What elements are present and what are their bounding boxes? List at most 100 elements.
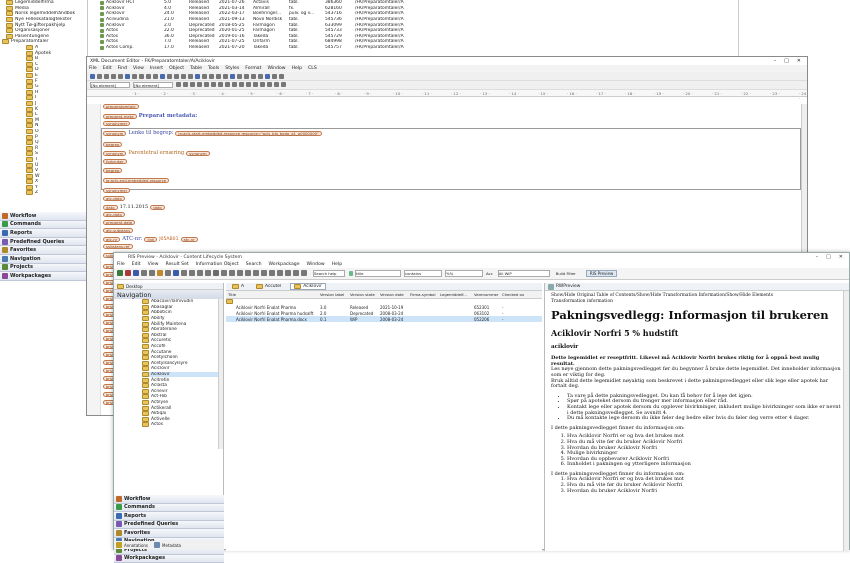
toolbar-button-icon[interactable] [205, 270, 211, 276]
format-button-icon[interactable] [218, 82, 223, 87]
element-select[interactable]: [No element] [133, 82, 173, 88]
nav-section[interactable]: Workpackages [114, 555, 224, 563]
format-button-icon[interactable] [197, 82, 202, 87]
result-tab[interactable]: A [229, 284, 247, 289]
column-header[interactable]: Varenummer [472, 292, 500, 297]
toolbar-button-icon[interactable] [237, 74, 242, 79]
minimize-icon[interactable]: – [774, 58, 777, 64]
editor-menu-item[interactable]: Styles [225, 66, 239, 71]
left-nav-section[interactable]: Workflow [0, 212, 88, 221]
toolbar-button-icon[interactable] [160, 74, 165, 79]
configurator-menu-item[interactable]: Search [246, 262, 262, 267]
tag-synonym-end[interactable]: synonym [186, 151, 209, 156]
top-table-row[interactable]: Actos Comp.17.0Released2021-07-20Takedat… [88, 45, 738, 51]
bottom-tab[interactable]: Metadata [162, 543, 181, 548]
left-tree-letter-folder[interactable]: Z [0, 190, 87, 196]
toolbar-button-icon[interactable] [173, 270, 179, 276]
toolbar-button-icon[interactable] [132, 74, 137, 79]
nav-scrollbar[interactable] [218, 299, 223, 449]
result-tab[interactable]: Aciklovir [290, 283, 326, 290]
toolbar-button-icon[interactable] [157, 270, 163, 276]
table-row[interactable]: Aciklovir Norfri Enalat Pharma.docx0.1Wi… [226, 316, 542, 322]
toolbar-button-icon[interactable] [277, 270, 283, 276]
editor-menu-item[interactable]: CLS [308, 66, 317, 71]
tag-forbruker[interactable]: forbruker [103, 159, 127, 164]
preview-info-line[interactable]: Transformation information [551, 299, 843, 305]
toolbar-button-icon[interactable] [251, 74, 256, 79]
bottom-tab[interactable]: Annotations [124, 543, 148, 548]
filter-value-input[interactable]: %% [445, 270, 483, 277]
toolbar-button-icon[interactable] [216, 74, 221, 79]
build-filter-button[interactable]: Build Filter [556, 271, 576, 276]
configurator-menu-item[interactable]: Help [332, 262, 342, 267]
tag-atc-nr[interactable]: atc-nr [103, 237, 120, 242]
filter-acc-check[interactable]: Acc [486, 271, 493, 276]
column-header[interactable]: Version date [378, 292, 408, 297]
editor-menu-item[interactable]: Insert [150, 66, 163, 71]
configurator-menu-item[interactable]: Window [307, 262, 325, 267]
tag-atc-dato-end[interactable]: atc-dato [103, 212, 125, 217]
editor-menu-item[interactable]: Edit [103, 66, 112, 71]
configurator-menu-item[interactable]: View [148, 262, 159, 267]
toolbar-button-icon[interactable] [141, 270, 147, 276]
close-icon[interactable]: ✕ [797, 58, 801, 64]
toolbar-button-icon[interactable] [149, 270, 155, 276]
format-button-icon[interactable] [246, 82, 251, 87]
toolbar-button-icon[interactable] [253, 270, 259, 276]
editor-menu-item[interactable]: Tools [208, 66, 219, 71]
toolbar-button-icon[interactable] [237, 270, 243, 276]
tag-preparat-meta[interactable]: preparat-meta [103, 114, 137, 119]
format-button-icon[interactable] [267, 82, 272, 87]
toolbar-button-icon[interactable] [125, 74, 130, 79]
toolbar-button-icon[interactable] [223, 74, 228, 79]
nav-section[interactable]: Favorites [114, 529, 224, 538]
search-help-field[interactable]: Search help [313, 270, 345, 277]
toolbar-button-icon[interactable] [181, 270, 187, 276]
tag-synonymer[interactable]: synonymer [103, 121, 130, 126]
toolbar-button-icon[interactable] [301, 270, 307, 276]
tag-atc-substans[interactable]: atc-substans [103, 228, 133, 233]
nav-section[interactable]: Reports [114, 512, 224, 521]
editor-menu-item[interactable]: Help [292, 66, 302, 71]
left-nav-section[interactable]: Predefined Queries [0, 238, 88, 247]
toolbar-button-icon[interactable] [181, 74, 186, 79]
toolbar-button-icon[interactable] [139, 74, 144, 79]
toolbar-button-icon[interactable] [213, 270, 219, 276]
nav-section[interactable]: Commands [114, 504, 224, 513]
left-nav-section[interactable]: Workpackages [0, 272, 88, 281]
folder-tree-item[interactable]: Actos [142, 422, 223, 428]
editor-menu-item[interactable]: Find [118, 66, 127, 71]
toolbar-button-icon[interactable] [209, 74, 214, 79]
toolbar-button-icon[interactable] [265, 74, 270, 79]
toolbar-button-icon[interactable] [133, 270, 139, 276]
toolbar-button-icon[interactable] [97, 74, 102, 79]
tag-atc-dato[interactable]: atc-dato [103, 196, 125, 201]
configurator-menu-item[interactable]: File [117, 262, 125, 267]
configurator-menu-item[interactable]: Information Object [196, 262, 239, 267]
toolbar-button-icon[interactable] [146, 74, 151, 79]
configurator-menu-item[interactable]: Workpackage [269, 262, 300, 267]
editor-menu-item[interactable]: Table [190, 66, 202, 71]
configurator-menu-item[interactable]: Edit [132, 262, 141, 267]
tag-substans-end[interactable]: substans-ref [103, 244, 133, 249]
tag-preparatomtale[interactable]: preparatomtale [103, 104, 139, 109]
minimize-icon[interactable]: – [816, 254, 819, 260]
toolbar-button-icon[interactable] [189, 270, 195, 276]
ris-preview-tab[interactable]: RIS Preview [586, 270, 617, 277]
result-tab[interactable]: Accutel [253, 284, 284, 289]
tag-synonym[interactable]: synonym [103, 131, 126, 136]
table-row[interactable]: Aciklovir Norfri Enalat Pharma3.0Release… [226, 305, 542, 311]
tag-dato-end[interactable]: dato [150, 205, 165, 210]
format-button-icon[interactable] [190, 82, 195, 87]
toolbar-button-icon[interactable] [165, 270, 171, 276]
style-select[interactable]: [No element] [90, 82, 130, 88]
toolbar-button-icon[interactable] [229, 270, 235, 276]
format-button-icon[interactable] [204, 82, 209, 87]
toolbar-button-icon[interactable] [90, 74, 95, 79]
toolbar-button-icon[interactable] [167, 74, 172, 79]
filter-operator-select[interactable]: contains [404, 270, 442, 277]
toolbar-button-icon[interactable] [117, 270, 123, 276]
toolbar-button-icon[interactable] [272, 74, 277, 79]
editor-menu-item[interactable]: Object [169, 66, 184, 71]
toolbar-button-icon[interactable] [221, 270, 227, 276]
